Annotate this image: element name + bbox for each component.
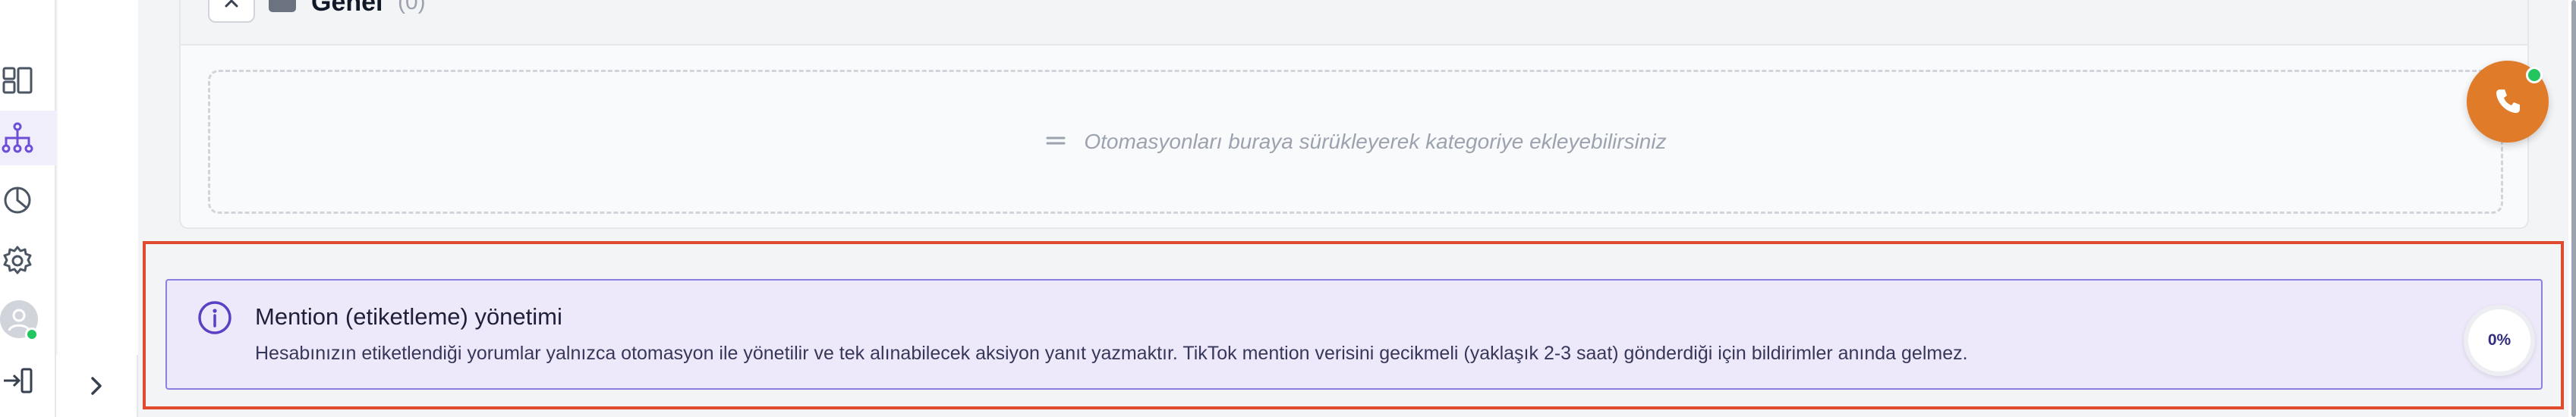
category-card: Genel (0) Otomasyonları buraya sürükleye… <box>179 0 2529 229</box>
progress-label: 0% <box>2487 331 2511 349</box>
category-header: Genel (0) <box>181 0 2527 45</box>
sidebar-item-analytics[interactable] <box>0 173 35 227</box>
automation-dropzone[interactable]: Otomasyonları buraya sürükleyerek katego… <box>208 70 2503 214</box>
chevron-up-icon <box>225 0 238 8</box>
settings-gear-icon <box>3 246 32 274</box>
analytics-pie-icon <box>4 187 31 214</box>
banner-description: Hesabınızın etiketlendiği yorumlar yalnı… <box>255 343 1968 364</box>
call-online-dot <box>2526 67 2543 83</box>
sidebar-item-settings[interactable] <box>0 234 35 288</box>
sidebar-item-logout[interactable] <box>0 353 35 408</box>
logout-icon <box>4 368 33 393</box>
chevron-right-icon <box>91 377 102 395</box>
progress-indicator[interactable]: 0% <box>2464 305 2535 376</box>
expand-sidebar-button[interactable] <box>56 355 138 417</box>
online-status-dot <box>25 328 39 341</box>
automation-tree-icon <box>2 122 33 153</box>
phone-icon <box>2496 89 2520 113</box>
category-count: (0) <box>398 0 426 14</box>
info-icon <box>198 301 231 334</box>
folder-icon <box>269 0 296 12</box>
collapse-category-button[interactable] <box>208 0 255 23</box>
dropzone-hint: Otomasyonları buraya sürükleyerek katego… <box>1084 130 1667 153</box>
banner-title: Mention (etiketleme) yönetimi <box>255 303 562 330</box>
sidebar <box>0 0 56 417</box>
drag-handle-icon <box>1044 129 1067 155</box>
secondary-panel <box>58 0 138 355</box>
scrollbar-thumb[interactable] <box>2571 0 2576 417</box>
category-title: Genel <box>311 0 383 17</box>
mention-info-banner: Mention (etiketleme) yönetimi Hesabınızı… <box>165 279 2543 390</box>
sidebar-item-automations[interactable] <box>0 111 56 165</box>
sidebar-item-dashboard[interactable] <box>0 53 35 108</box>
dashboard-icon <box>2 67 33 94</box>
